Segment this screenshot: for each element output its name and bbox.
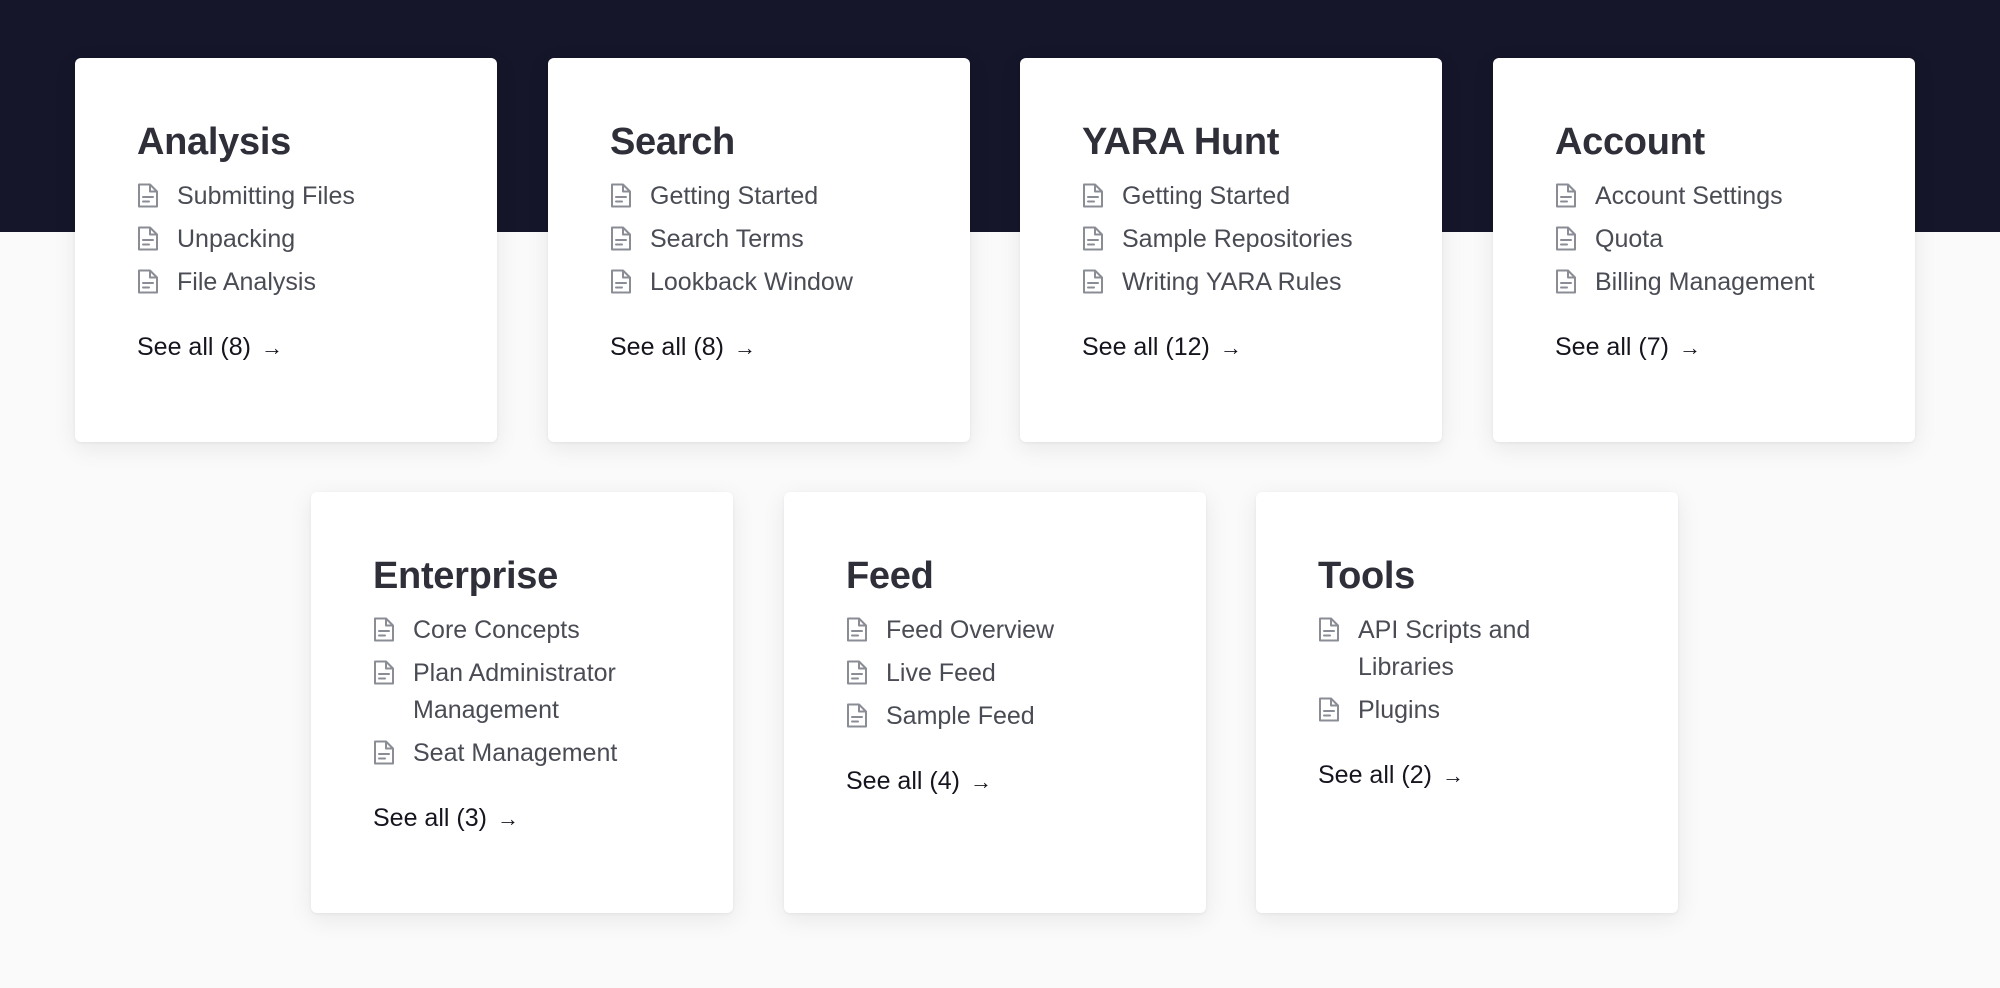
category-card-enterprise: Enterprise Core Concepts Plan Administra… bbox=[311, 492, 733, 913]
card-title: Enterprise bbox=[373, 555, 558, 597]
see-all-link[interactable]: See all (2) → bbox=[1318, 761, 1464, 790]
article-item[interactable]: Billing Management bbox=[1555, 264, 1865, 301]
article-list: Core Concepts Plan Administrator Managem… bbox=[373, 612, 683, 772]
see-all-link[interactable]: See all (7) → bbox=[1555, 333, 1701, 362]
card-title: Analysis bbox=[137, 121, 291, 163]
article-list: Account Settings Quota Billing Managemen… bbox=[1555, 178, 1865, 301]
article-item[interactable]: Sample Repositories bbox=[1082, 221, 1392, 258]
category-grid: Analysis Submitting Files Unpacking File… bbox=[0, 0, 2000, 988]
document-icon bbox=[1318, 696, 1342, 724]
article-item[interactable]: Lookback Window bbox=[610, 264, 920, 301]
document-icon bbox=[610, 225, 634, 253]
document-icon bbox=[1555, 225, 1579, 253]
document-icon bbox=[373, 739, 397, 767]
article-list: Getting Started Sample Repositories Writ… bbox=[1082, 178, 1392, 301]
document-icon bbox=[846, 616, 870, 644]
see-all-link[interactable]: See all (12) → bbox=[1082, 333, 1242, 362]
article-item[interactable]: Sample Feed bbox=[846, 698, 1156, 735]
article-item[interactable]: Unpacking bbox=[137, 221, 447, 258]
arrow-right-icon: → bbox=[1441, 762, 1464, 788]
arrow-right-icon: → bbox=[496, 805, 519, 831]
card-title: Feed bbox=[846, 555, 934, 597]
card-title: YARA Hunt bbox=[1082, 121, 1280, 163]
article-item[interactable]: Search Terms bbox=[610, 221, 920, 258]
document-icon bbox=[1082, 182, 1106, 210]
document-icon bbox=[1318, 616, 1342, 644]
card-title: Account bbox=[1555, 121, 1705, 163]
arrow-right-icon: → bbox=[733, 334, 756, 360]
article-item[interactable]: Plugins bbox=[1318, 692, 1628, 729]
arrow-right-icon: → bbox=[1219, 334, 1242, 360]
document-icon bbox=[373, 659, 397, 687]
article-item[interactable]: Getting Started bbox=[1082, 178, 1392, 215]
article-item[interactable]: Feed Overview bbox=[846, 612, 1156, 649]
document-icon bbox=[846, 702, 870, 730]
category-card-account: Account Account Settings Quota Billing M… bbox=[1493, 58, 1915, 442]
article-list: Feed Overview Live Feed Sample Feed bbox=[846, 612, 1156, 735]
card-title: Search bbox=[610, 121, 735, 163]
document-icon bbox=[137, 225, 161, 253]
article-item[interactable]: Plan Administrator Management bbox=[373, 655, 683, 729]
article-item[interactable]: Seat Management bbox=[373, 735, 683, 772]
article-item[interactable]: Core Concepts bbox=[373, 612, 683, 649]
see-all-link[interactable]: See all (8) → bbox=[137, 333, 283, 362]
category-card-feed: Feed Feed Overview Live Feed Sample Feed… bbox=[784, 492, 1206, 913]
category-card-tools: Tools API Scripts and Libraries Plugins … bbox=[1256, 492, 1678, 913]
document-icon bbox=[1555, 268, 1579, 296]
arrow-right-icon: → bbox=[1678, 334, 1701, 360]
article-list: API Scripts and Libraries Plugins bbox=[1318, 612, 1628, 729]
category-card-analysis: Analysis Submitting Files Unpacking File… bbox=[75, 58, 497, 442]
document-icon bbox=[610, 182, 634, 210]
article-item[interactable]: Live Feed bbox=[846, 655, 1156, 692]
document-icon bbox=[610, 268, 634, 296]
document-icon bbox=[1082, 225, 1106, 253]
article-item[interactable]: Getting Started bbox=[610, 178, 920, 215]
arrow-right-icon: → bbox=[969, 768, 992, 794]
article-item[interactable]: Account Settings bbox=[1555, 178, 1865, 215]
article-list: Submitting Files Unpacking File Analysis bbox=[137, 178, 447, 301]
document-icon bbox=[373, 616, 397, 644]
article-item[interactable]: Submitting Files bbox=[137, 178, 447, 215]
see-all-link[interactable]: See all (8) → bbox=[610, 333, 756, 362]
document-icon bbox=[846, 659, 870, 687]
article-item[interactable]: Writing YARA Rules bbox=[1082, 264, 1392, 301]
card-title: Tools bbox=[1318, 555, 1416, 597]
document-icon bbox=[1082, 268, 1106, 296]
article-item[interactable]: API Scripts and Libraries bbox=[1318, 612, 1628, 686]
article-item[interactable]: File Analysis bbox=[137, 264, 447, 301]
article-item[interactable]: Quota bbox=[1555, 221, 1865, 258]
document-icon bbox=[137, 182, 161, 210]
see-all-link[interactable]: See all (4) → bbox=[846, 767, 992, 796]
article-list: Getting Started Search Terms Lookback Wi… bbox=[610, 178, 920, 301]
arrow-right-icon: → bbox=[260, 334, 283, 360]
document-icon bbox=[1555, 182, 1579, 210]
category-card-search: Search Getting Started Search Terms Look… bbox=[548, 58, 970, 442]
see-all-link[interactable]: See all (3) → bbox=[373, 804, 519, 833]
category-card-yara-hunt: YARA Hunt Getting Started Sample Reposit… bbox=[1020, 58, 1442, 442]
document-icon bbox=[137, 268, 161, 296]
